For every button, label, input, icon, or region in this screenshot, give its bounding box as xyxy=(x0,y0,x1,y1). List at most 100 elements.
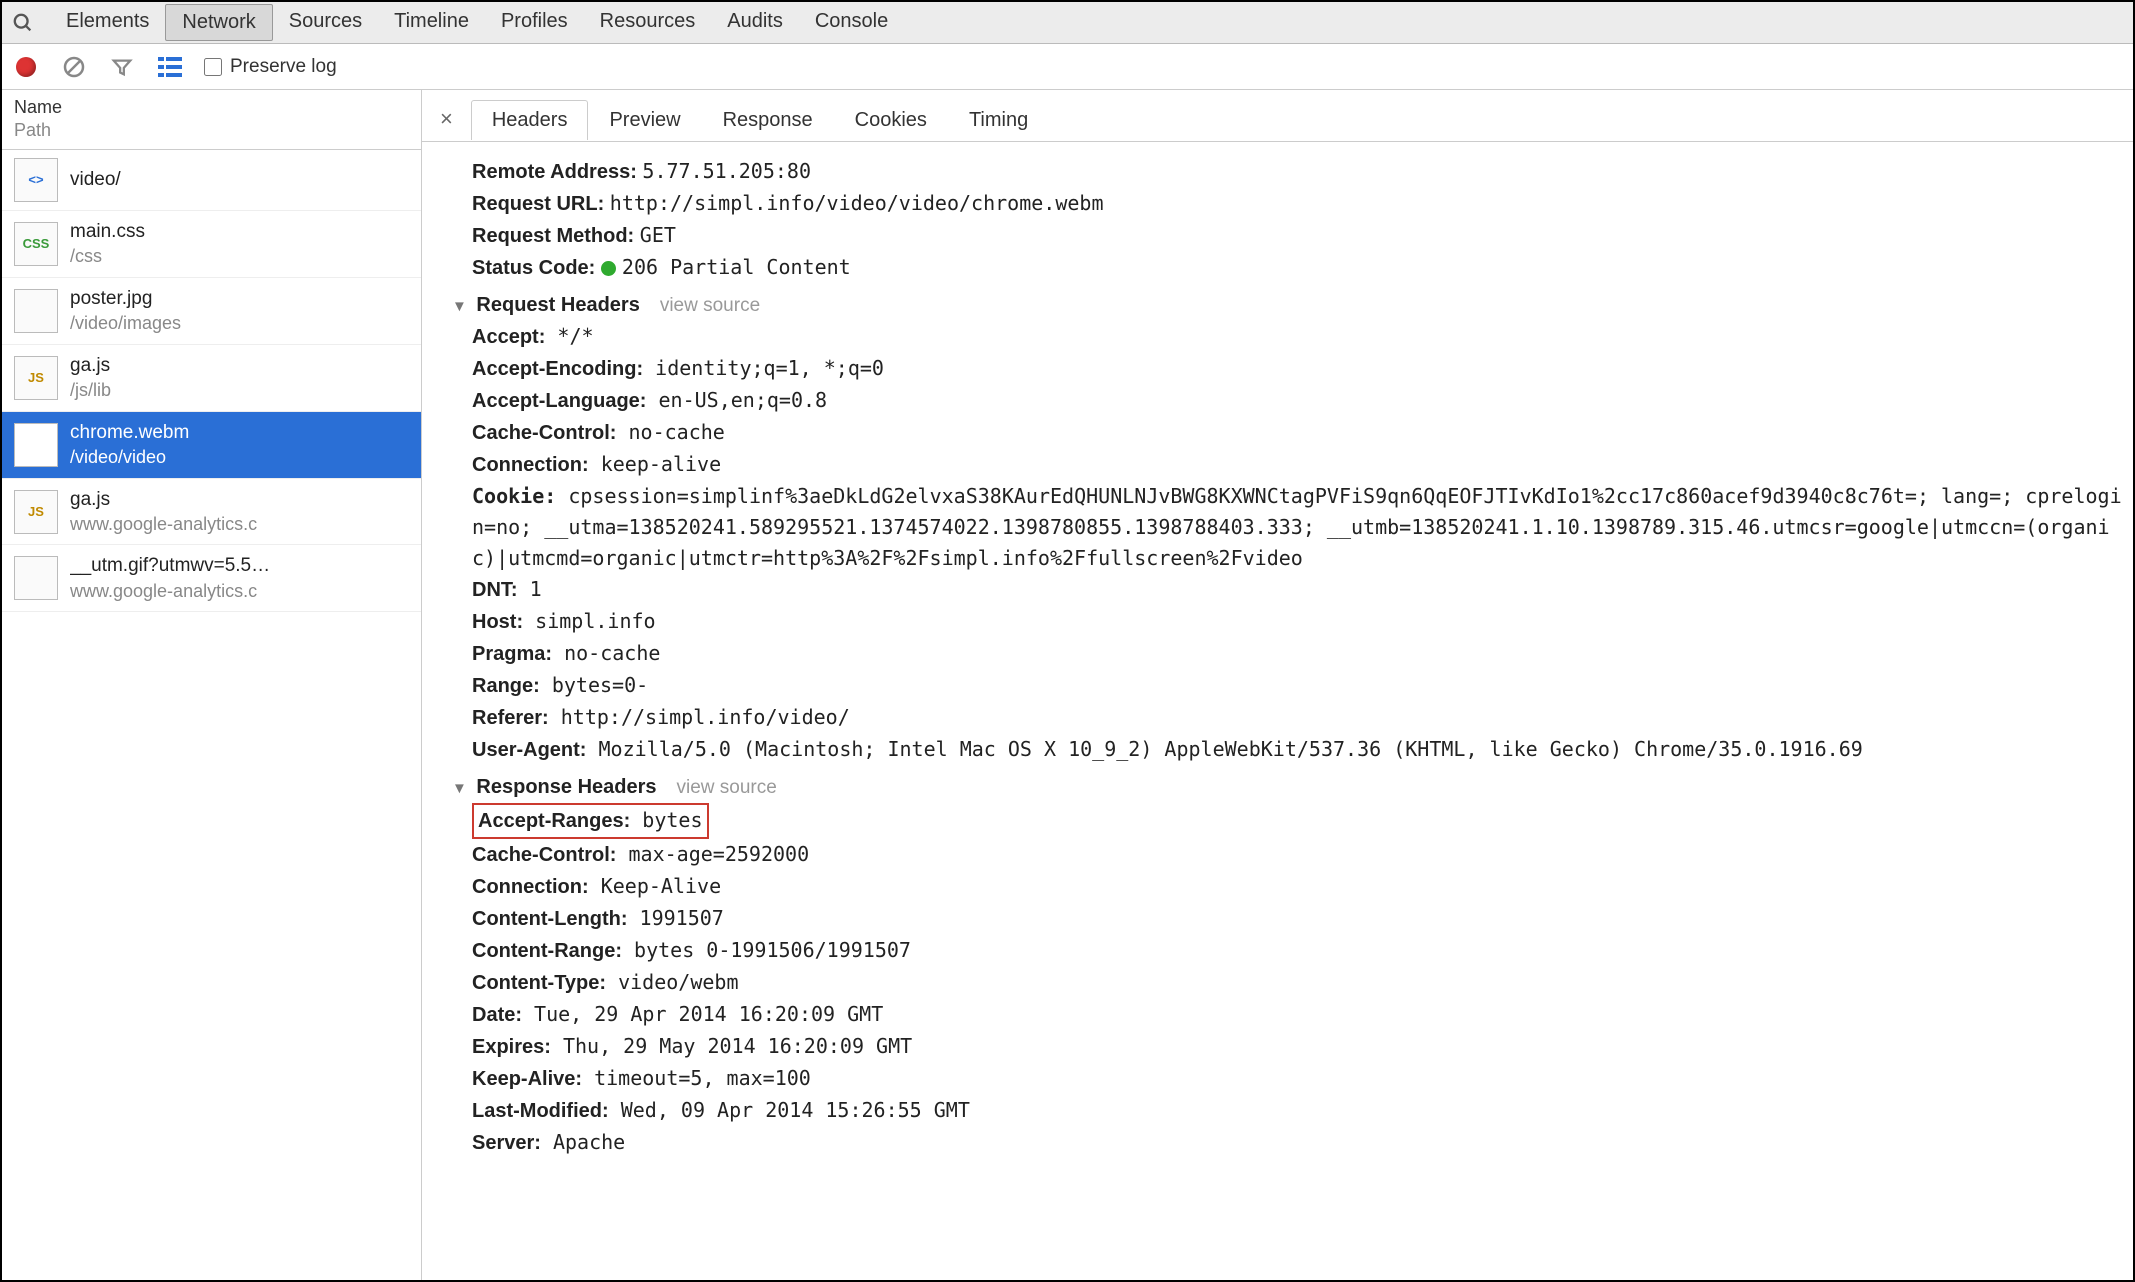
detail-tab-preview[interactable]: Preview xyxy=(588,100,701,140)
file-type-icon: JS xyxy=(14,490,58,534)
header-key: Expires: xyxy=(472,1036,551,1058)
main-tab-timeline[interactable]: Timeline xyxy=(378,4,485,41)
request-headers-title: Request Headers xyxy=(476,294,639,316)
header-value: bytes xyxy=(630,808,702,832)
request-row[interactable]: JSga.js/js/lib xyxy=(2,345,421,412)
header-key: Accept-Language: xyxy=(472,390,646,412)
preserve-log-checkbox[interactable] xyxy=(204,58,222,76)
header-row: DNT: 1 xyxy=(452,574,2133,606)
header-key: User-Agent: xyxy=(472,739,586,761)
header-value: no-cache xyxy=(552,641,660,665)
header-row: Accept-Ranges: bytes xyxy=(452,803,2133,839)
header-value: simpl.info xyxy=(523,609,655,633)
request-method-label: Request Method: xyxy=(472,225,634,247)
header-key: Connection: xyxy=(472,454,589,476)
request-row[interactable]: <>video/ xyxy=(2,150,421,211)
main-tab-network[interactable]: Network xyxy=(165,4,272,41)
detail-tab-response[interactable]: Response xyxy=(702,100,834,140)
main-tab-resources[interactable]: Resources xyxy=(584,4,712,41)
detail-tab-cookies[interactable]: Cookies xyxy=(834,100,948,140)
header-row: Content-Type: video/webm xyxy=(452,967,2133,999)
status-code-label: Status Code: xyxy=(472,257,595,279)
header-row: Cache-Control: max-age=2592000 xyxy=(452,839,2133,871)
request-row[interactable]: poster.jpg/video/images xyxy=(2,278,421,345)
request-headers-section[interactable]: ▼ Request Headers view source xyxy=(452,290,2133,321)
header-key: Connection: xyxy=(472,876,589,898)
request-row[interactable]: __utm.gif?utmwv=5.5…www.google-analytics… xyxy=(2,545,421,612)
header-value: 1 xyxy=(518,577,542,601)
header-value: bytes=0- xyxy=(540,673,648,697)
triangle-down-icon: ▼ xyxy=(452,780,467,797)
request-name: main.css xyxy=(70,219,145,245)
header-key: Host: xyxy=(472,611,523,633)
header-value: Mozilla/5.0 (Macintosh; Intel Mac OS X 1… xyxy=(586,737,1862,761)
main-tab-profiles[interactable]: Profiles xyxy=(485,4,584,41)
request-method-value: GET xyxy=(640,223,676,247)
request-path: www.google-analytics.c xyxy=(70,579,270,603)
details-panel: × HeadersPreviewResponseCookiesTiming Re… xyxy=(422,90,2133,1280)
detail-tabs: × HeadersPreviewResponseCookiesTiming xyxy=(422,90,2133,142)
detail-tab-timing[interactable]: Timing xyxy=(948,100,1049,140)
response-headers-section[interactable]: ▼ Response Headers view source xyxy=(452,772,2133,803)
record-button[interactable] xyxy=(12,53,40,81)
header-row: Host: simpl.info xyxy=(452,606,2133,638)
view-source-link[interactable]: view source xyxy=(660,291,760,320)
request-row[interactable]: CSSmain.css/css xyxy=(2,211,421,278)
header-row: Expires: Thu, 29 May 2014 16:20:09 GMT xyxy=(452,1031,2133,1063)
request-row[interactable]: JSga.jswww.google-analytics.c xyxy=(2,479,421,546)
header-key: Pragma: xyxy=(472,643,552,665)
clear-icon[interactable] xyxy=(60,53,88,81)
header-row: Connection: Keep-Alive xyxy=(452,871,2133,903)
header-row: Pragma: no-cache xyxy=(452,638,2133,670)
file-type-icon xyxy=(14,289,58,333)
headers-body: Remote Address: 5.77.51.205:80 Request U… xyxy=(422,142,2133,1179)
header-key: Accept-Ranges: xyxy=(478,810,630,832)
request-path: /js/lib xyxy=(70,378,111,402)
request-row[interactable]: chrome.webm/video/video xyxy=(2,412,421,479)
header-key: Range: xyxy=(472,675,540,697)
preserve-log-toggle[interactable]: Preserve log xyxy=(204,56,337,78)
request-list-header: Name Path xyxy=(2,90,421,150)
header-value: max-age=2592000 xyxy=(616,842,809,866)
header-row: Accept: */* xyxy=(452,321,2133,353)
remote-address-label: Remote Address: xyxy=(472,161,637,183)
close-icon[interactable]: × xyxy=(422,106,471,132)
header-row: Server: Apache xyxy=(452,1127,2133,1159)
filter-icon[interactable] xyxy=(108,53,136,81)
header-value: Keep-Alive xyxy=(589,874,721,898)
file-type-icon xyxy=(14,423,58,467)
main-tab-audits[interactable]: Audits xyxy=(711,4,799,41)
view-list-icon[interactable] xyxy=(156,53,184,81)
view-source-link[interactable]: view source xyxy=(677,773,777,802)
request-name: video/ xyxy=(70,167,121,193)
header-value: Wed, 09 Apr 2014 15:26:55 GMT xyxy=(609,1098,970,1122)
cookie-label: Cookie: xyxy=(472,484,556,508)
request-name: __utm.gif?utmwv=5.5… xyxy=(70,553,270,579)
header-value: identity;q=1, *;q=0 xyxy=(643,356,884,380)
main-tab-sources[interactable]: Sources xyxy=(273,4,378,41)
header-key: Last-Modified: xyxy=(472,1100,609,1122)
header-key: Referer: xyxy=(472,707,549,729)
header-value: Apache xyxy=(541,1130,625,1154)
request-path: /video/video xyxy=(70,445,189,469)
search-icon[interactable] xyxy=(10,10,36,36)
header-row: Range: bytes=0- xyxy=(452,670,2133,702)
header-row: Referer: http://simpl.info/video/ xyxy=(452,702,2133,734)
header-row: Accept-Encoding: identity;q=1, *;q=0 xyxy=(452,353,2133,385)
detail-tab-headers[interactable]: Headers xyxy=(471,100,589,140)
col-name: Name xyxy=(14,96,409,119)
file-type-icon xyxy=(14,556,58,600)
file-type-icon: CSS xyxy=(14,222,58,266)
header-row: Accept-Language: en-US,en;q=0.8 xyxy=(452,385,2133,417)
header-value: keep-alive xyxy=(589,452,721,476)
col-path: Path xyxy=(14,119,409,142)
header-key: Accept-Encoding: xyxy=(472,358,643,380)
preserve-log-label: Preserve log xyxy=(230,56,337,78)
status-dot-icon xyxy=(601,261,616,276)
header-key: Content-Range: xyxy=(472,940,622,962)
header-key: Cache-Control: xyxy=(472,844,616,866)
header-key: DNT: xyxy=(472,579,518,601)
main-tab-console[interactable]: Console xyxy=(799,4,904,41)
header-key: Server: xyxy=(472,1132,541,1154)
main-tab-elements[interactable]: Elements xyxy=(50,4,165,41)
